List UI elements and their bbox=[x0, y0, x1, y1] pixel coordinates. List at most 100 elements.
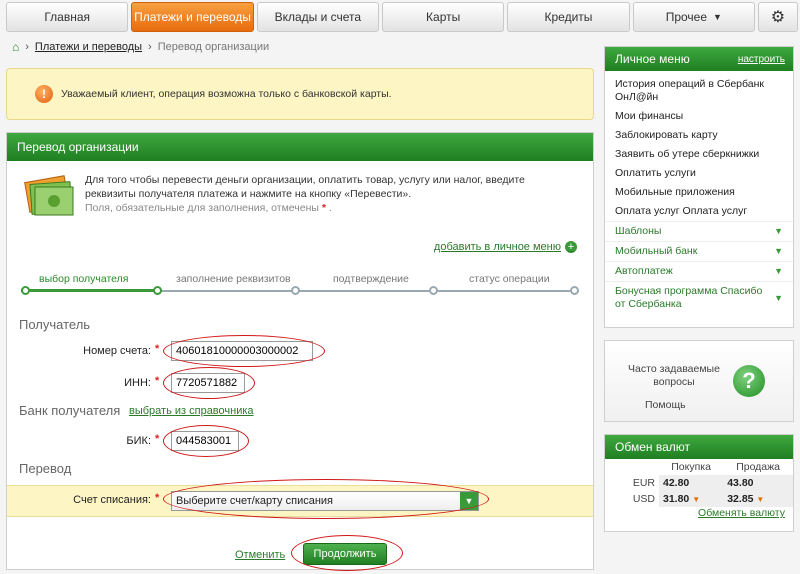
step-choose-recipient: выбор получателя bbox=[39, 273, 129, 285]
currency-code: USD bbox=[632, 493, 655, 505]
bik-label: БИК: bbox=[126, 435, 151, 447]
exchange-currency-link[interactable]: Обменять валюту bbox=[605, 507, 793, 523]
sell-header: Продажа bbox=[736, 461, 781, 473]
table-row: USD 31.80 ▼ 32.85 ▼ bbox=[605, 491, 793, 507]
question-icon: ? bbox=[733, 365, 765, 397]
required-star: * bbox=[155, 343, 160, 355]
account-number-input[interactable] bbox=[171, 341, 313, 361]
menu-group-templates[interactable]: Шаблоны ▼ bbox=[605, 221, 793, 241]
tab-label: Платежи и переводы bbox=[134, 10, 251, 24]
step-dot bbox=[291, 286, 300, 295]
sell-rate-cell: 32.85 ▼ bbox=[723, 491, 793, 507]
faq-box[interactable]: Часто задаваемые вопросы Помощь ? bbox=[604, 340, 794, 422]
arrow-down-icon: ▼ bbox=[756, 495, 765, 504]
settings-button[interactable]: ⚙ bbox=[757, 2, 798, 32]
configure-link[interactable]: настроить bbox=[738, 54, 785, 65]
required-star: * bbox=[155, 492, 160, 504]
menu-group-bonus[interactable]: Бонусная программа Спасибо от Сбербанка ▼ bbox=[605, 281, 793, 314]
bank-section-title: Банк получателя bbox=[19, 403, 121, 418]
bank-directory-link[interactable]: выбрать из справочника bbox=[129, 405, 254, 417]
required-note-line: Поля, обязательные для заполнения, отмеч… bbox=[85, 202, 332, 214]
tab-cards[interactable]: Карты bbox=[381, 2, 505, 32]
home-icon[interactable]: ⌂ bbox=[12, 40, 19, 54]
menu-item-block-card[interactable]: Заблокировать карту bbox=[605, 126, 793, 145]
personal-menu-title: Личное меню bbox=[615, 52, 690, 66]
menu-item-history[interactable]: История операций в Сбербанк ОнЛ@йн bbox=[605, 75, 793, 107]
continue-label: Продолжить bbox=[313, 548, 377, 560]
table-row: EUR 42.80 43.80 bbox=[605, 475, 793, 491]
continue-button[interactable]: Продолжить bbox=[303, 543, 387, 565]
menu-item-service-payment[interactable]: Оплата услуг Оплата услуг bbox=[605, 202, 793, 221]
tab-payments[interactable]: Платежи и переводы bbox=[131, 2, 254, 32]
currency-code: EUR bbox=[632, 477, 655, 489]
money-icon bbox=[24, 175, 74, 216]
intro-text: Для того чтобы перевести деньги организа… bbox=[85, 174, 525, 200]
required-star: * bbox=[155, 375, 160, 387]
exclamation-icon: ! bbox=[35, 85, 53, 103]
inn-input[interactable] bbox=[171, 373, 245, 393]
breadcrumb-current: Перевод организации bbox=[157, 41, 270, 53]
step-status: статус операции bbox=[469, 273, 550, 285]
tab-other[interactable]: Прочее ▼ bbox=[632, 2, 755, 32]
tab-credits[interactable]: Кредиты bbox=[507, 2, 630, 32]
progress-steps: выбор получателя заполнение реквизитов п… bbox=[21, 273, 579, 299]
menu-item-lost-book[interactable]: Заявить об утере сберкнижки bbox=[605, 145, 793, 164]
tab-home[interactable]: Главная bbox=[6, 2, 129, 32]
sell-rate: 43.80 bbox=[723, 475, 793, 491]
recipient-section-title: Получатель bbox=[19, 317, 91, 332]
account-label: Номер счета: bbox=[83, 345, 151, 357]
menu-items: История операций в Сбербанк ОнЛ@йн Мои ф… bbox=[605, 71, 793, 314]
tab-label: Прочее bbox=[665, 10, 707, 24]
menu-group-label: Шаблоны bbox=[615, 225, 662, 237]
transfer-form-panel: Перевод организации Для того чтобы перев… bbox=[6, 132, 594, 571]
select-value: Выберите счет/карту списания bbox=[176, 495, 334, 507]
required-star: * bbox=[155, 433, 160, 445]
chevron-down-icon: ▼ bbox=[774, 226, 783, 236]
top-nav: Главная Платежи и переводы Вклады и счет… bbox=[6, 2, 798, 32]
currency-exchange: Обмен валют Покупка Продажа EUR 42.80 43… bbox=[604, 434, 794, 532]
chevron-down-icon: ▼ bbox=[774, 292, 783, 303]
currency-title: Обмен валют bbox=[615, 440, 690, 454]
menu-group-mobile-bank[interactable]: Мобильный банк ▼ bbox=[605, 241, 793, 261]
bik-input[interactable] bbox=[171, 431, 239, 451]
tab-deposits[interactable]: Вклады и счета bbox=[256, 2, 379, 32]
menu-item-finances[interactable]: Мои финансы bbox=[605, 107, 793, 126]
sell-rate: 32.85 bbox=[727, 493, 754, 505]
cancel-link[interactable]: Отменить bbox=[235, 549, 285, 561]
chevron-right-icon: › bbox=[148, 41, 152, 53]
menu-item-mobile-apps[interactable]: Мобильные приложения bbox=[605, 183, 793, 202]
currency-table: Покупка Продажа EUR 42.80 43.80 USD 31.8… bbox=[605, 459, 793, 507]
add-to-menu-link[interactable]: добавить в личное меню + bbox=[434, 241, 577, 253]
breadcrumb: ⌂ › Платежи и переводы › Перевод организ… bbox=[12, 40, 269, 54]
inn-label: ИНН: bbox=[124, 377, 151, 389]
add-to-menu-label: добавить в личное меню bbox=[433, 241, 561, 253]
chevron-down-icon: ▼ bbox=[774, 266, 783, 276]
tab-label: Кредиты bbox=[544, 10, 593, 24]
plus-icon: + bbox=[565, 241, 577, 253]
chevron-right-icon: › bbox=[25, 41, 29, 53]
personal-menu: Личное меню настроить История операций в… bbox=[604, 46, 794, 328]
debit-account-select[interactable]: Выберите счет/карту списания ▼ bbox=[171, 491, 479, 511]
faq-help: Помощь bbox=[645, 399, 686, 411]
buy-rate-cell: 31.80 ▼ bbox=[659, 491, 724, 507]
step-dot bbox=[153, 286, 162, 295]
tab-label: Вклады и счета bbox=[274, 10, 362, 24]
step-dot bbox=[429, 286, 438, 295]
buy-header: Покупка bbox=[671, 461, 711, 473]
step-dot bbox=[21, 286, 30, 295]
breadcrumb-link-payments[interactable]: Платежи и переводы bbox=[35, 41, 142, 53]
personal-menu-header: Личное меню настроить bbox=[605, 47, 793, 71]
menu-group-label: Автоплатеж bbox=[615, 265, 673, 277]
currency-header: Обмен валют bbox=[605, 435, 793, 459]
tab-label: Карты bbox=[426, 10, 461, 24]
empty-cell bbox=[605, 459, 659, 475]
menu-group-label: Бонусная программа Спасибо от Сбербанка bbox=[615, 285, 763, 310]
faq-question: Часто задаваемые вопросы bbox=[628, 363, 720, 388]
buy-rate: 31.80 bbox=[663, 493, 690, 505]
tab-label: Главная bbox=[44, 10, 90, 24]
buy-rate: 42.80 bbox=[659, 475, 724, 491]
menu-group-autopay[interactable]: Автоплатеж ▼ bbox=[605, 261, 793, 281]
alert-text: Уважаемый клиент, операция возможна толь… bbox=[61, 88, 392, 100]
menu-item-pay-services[interactable]: Оплатить услуги bbox=[605, 164, 793, 183]
step-dot bbox=[570, 286, 579, 295]
